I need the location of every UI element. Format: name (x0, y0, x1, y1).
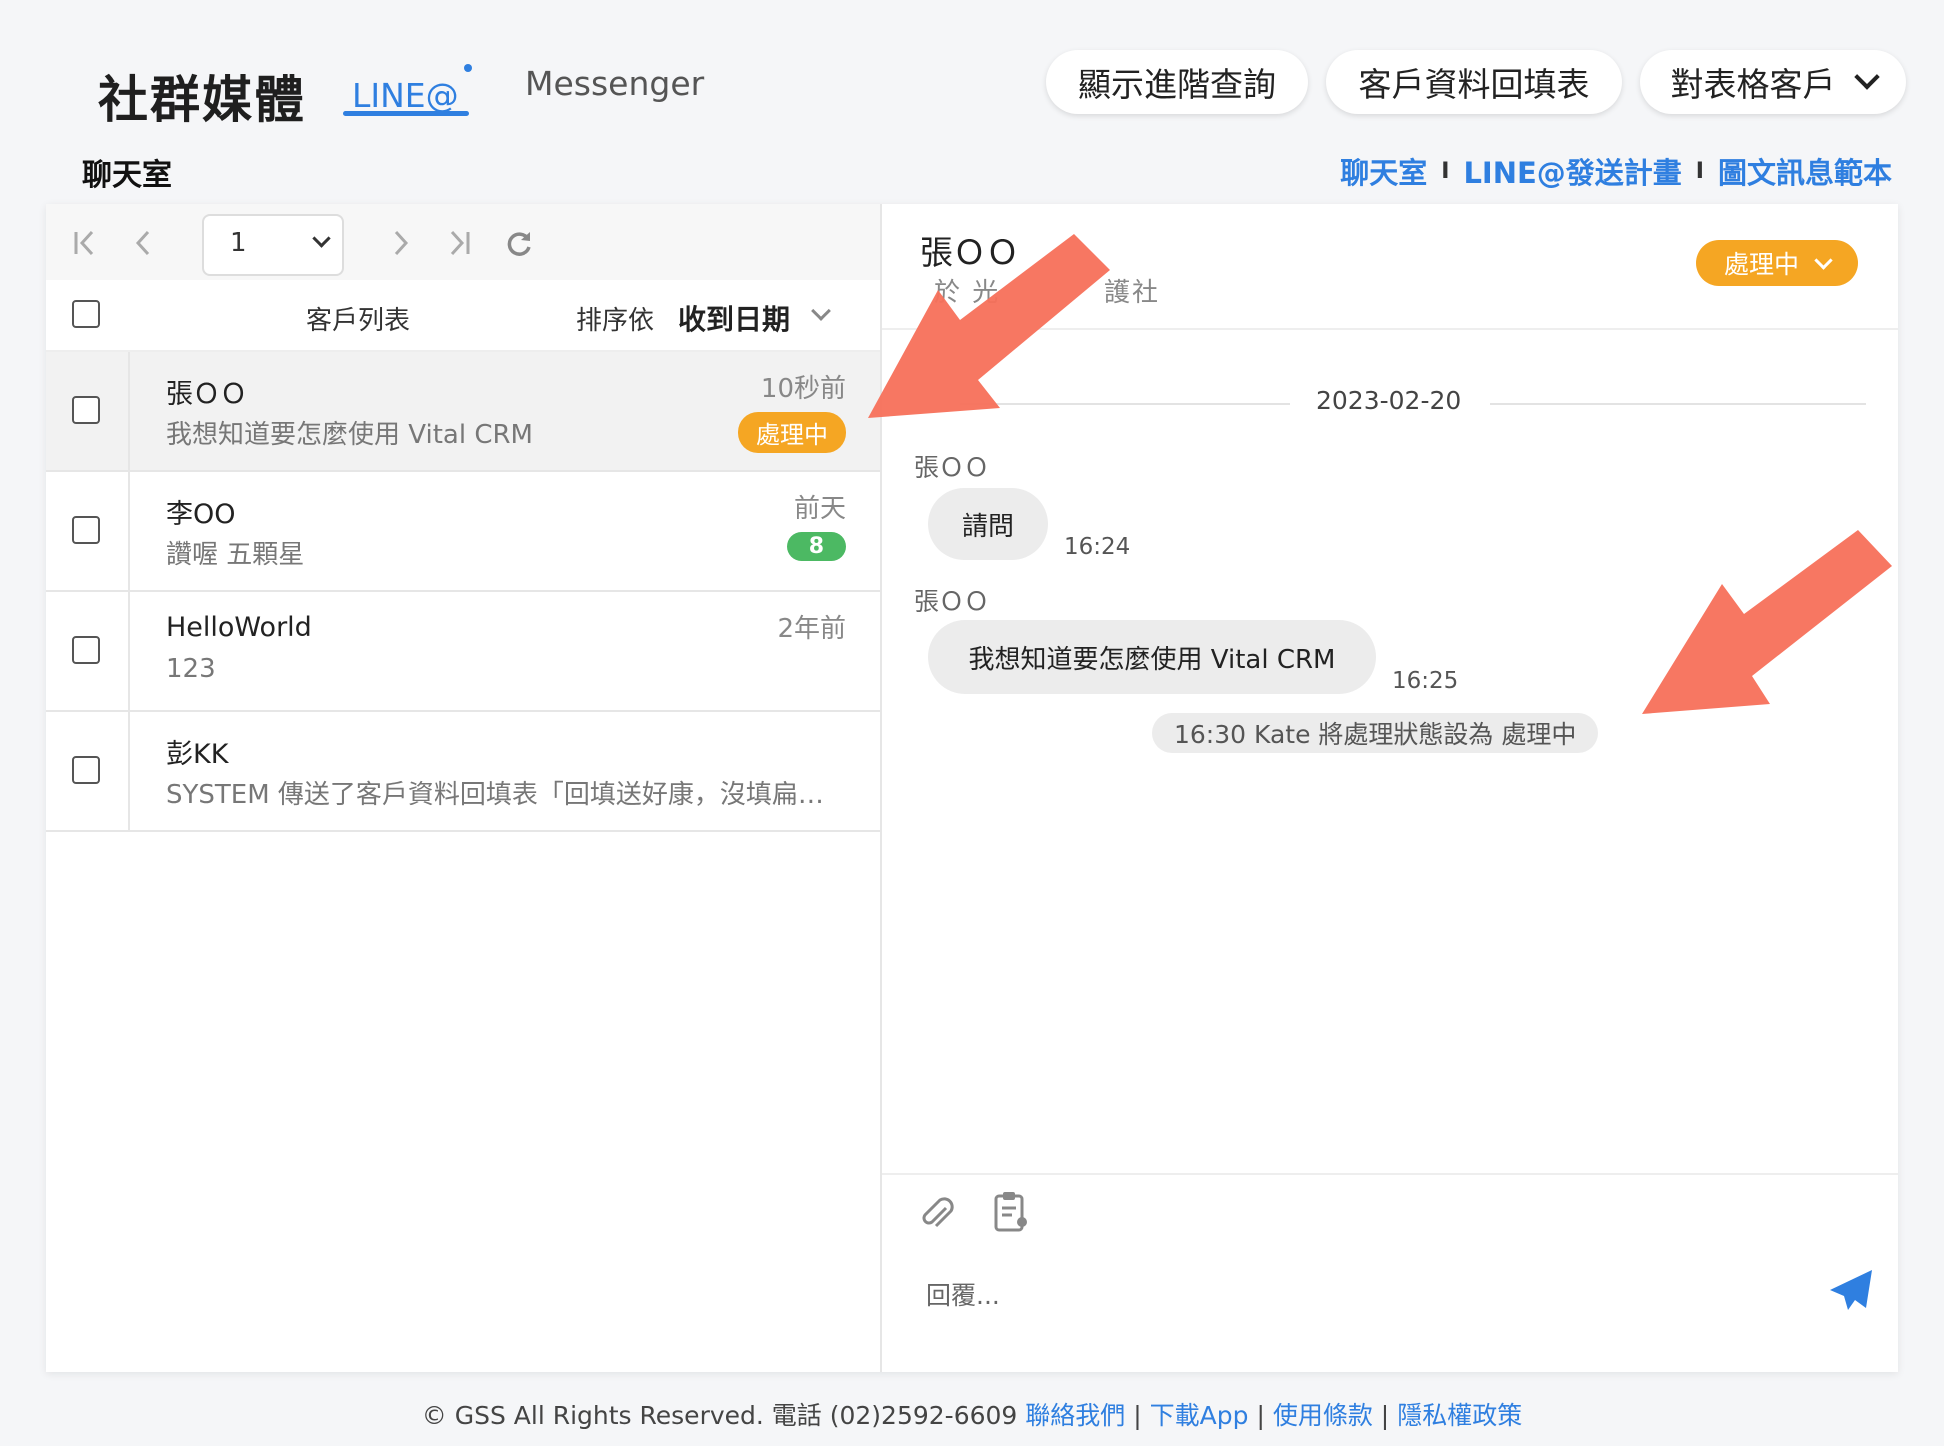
row-checkbox[interactable] (72, 396, 100, 424)
list-item[interactable]: 張ＯＯ 我想知道要怎麼使用 Vital CRM 10秒前 處理中 (46, 352, 880, 472)
reply-input[interactable]: 回覆... (926, 1276, 1000, 1312)
annotation-arrow-icon (1642, 530, 1892, 714)
message-text: 請問 (961, 511, 1014, 542)
footer-copyright: © GSS All Rights Reserved. 電話 (02)2592-6… (421, 1401, 1018, 1430)
advanced-query-button[interactable]: 顯示進階查詢 (1046, 50, 1308, 114)
annotation-arrow-icon (868, 234, 1110, 418)
footer: © GSS All Rights Reserved. 電話 (02)2592-6… (0, 1396, 1944, 1432)
unread-count-badge: 8 (786, 532, 846, 561)
page-brand-title: 社群媒體 (98, 71, 306, 129)
advanced-query-label: 顯示進階查詢 (1078, 65, 1276, 104)
top-links: 聊天室 I LINE@發送計畫 I 圖文訊息範本 (1340, 150, 1892, 192)
customer-form-button[interactable]: 客戶資料回填表 (1326, 50, 1622, 114)
footer-link-privacy[interactable]: 隱私權政策 (1397, 1401, 1522, 1430)
chevron-down-icon (312, 229, 331, 248)
row-name: HelloWorld (166, 612, 312, 643)
row-time: 前天 (793, 494, 846, 524)
link-line-send-plan[interactable]: LINE@發送計畫 (1463, 150, 1681, 192)
clipboard-form-icon[interactable] (992, 1190, 1032, 1234)
target-customer-label: 對表格客戶 (1670, 65, 1836, 104)
last-page-icon[interactable] (446, 228, 472, 258)
status-badge: 處理中 (738, 412, 846, 453)
row-preview: SYSTEM 傳送了客戶資料回填表「回填送好康，沒填扁… (166, 780, 824, 810)
message-text: 我想知道要怎麼使用 Vital CRM (968, 644, 1336, 675)
footer-sep: | (1256, 1401, 1265, 1430)
date-divider-label: 2023-02-20 (1316, 386, 1462, 415)
target-customer-dropdown[interactable]: 對表格客戶 (1640, 50, 1906, 114)
list-item[interactable]: 彭KK SYSTEM 傳送了客戶資料回填表「回填送好康，沒填扁… (46, 712, 880, 832)
send-icon[interactable] (1828, 1268, 1874, 1312)
tab-line-indicator-dot (464, 64, 472, 72)
list-header: 客戶列表 排序依 收到日期 (46, 280, 880, 352)
system-status-note-text: 16:30 Kate 將處理狀態設為 處理中 (1174, 720, 1577, 749)
footer-link-download-app[interactable]: 下載App (1150, 1401, 1249, 1430)
row-preview: 讚喔 五顆星 (166, 540, 305, 570)
footer-link-contact[interactable]: 聯絡我們 (1025, 1401, 1125, 1430)
chevron-down-icon (811, 301, 831, 321)
row-preview: 我想知道要怎麼使用 Vital CRM (166, 420, 533, 450)
next-page-icon[interactable] (390, 228, 412, 258)
link-separator: I (1441, 158, 1450, 184)
sort-prefix-label: 排序依 (576, 306, 655, 336)
paperclip-icon[interactable] (918, 1194, 956, 1234)
list-header-label: 客戶列表 (306, 306, 411, 336)
date-divider-line (1490, 403, 1866, 405)
sort-dropdown[interactable]: 收到日期 (678, 298, 790, 338)
footer-sep: | (1380, 1401, 1390, 1430)
footer-link-terms[interactable]: 使用條款 (1273, 1401, 1373, 1430)
refresh-icon[interactable] (504, 228, 534, 258)
link-separator: I (1695, 158, 1704, 184)
row-checkbox[interactable] (72, 756, 100, 784)
row-time: 2年前 (777, 614, 846, 644)
row-name: 張ＯＯ (166, 379, 247, 410)
tab-line[interactable]: LINE@ (352, 76, 459, 115)
section-title: 聊天室 (82, 158, 172, 193)
tab-messenger[interactable]: Messenger (525, 64, 704, 103)
status-dropdown-label: 處理中 (1723, 250, 1799, 279)
row-name: 彭KK (166, 739, 229, 770)
message-sender: 張ＯＯ (914, 453, 990, 482)
message-time: 16:24 (1064, 534, 1131, 560)
select-all-checkbox[interactable] (72, 300, 100, 328)
message-sender: 張ＯＯ (914, 587, 990, 616)
first-page-icon[interactable] (72, 228, 98, 258)
link-chatroom[interactable]: 聊天室 (1340, 150, 1427, 192)
list-item[interactable]: HelloWorld 123 2年前 (46, 592, 880, 712)
row-preview: 123 (166, 654, 216, 684)
row-time: 10秒前 (760, 374, 846, 404)
link-rich-message-template[interactable]: 圖文訊息範本 (1718, 150, 1892, 192)
status-dropdown[interactable]: 處理中 (1696, 240, 1858, 286)
footer-sep: | (1133, 1401, 1142, 1430)
tab-active-underline (343, 111, 469, 116)
chevron-down-icon (1853, 64, 1880, 90)
list-item[interactable]: 李OO 讚喔 五顆星 前天 8 (46, 472, 880, 592)
chevron-down-icon (1814, 250, 1833, 270)
row-name: 李OO (166, 499, 236, 530)
message-bubble: 請問 (928, 488, 1048, 560)
message-bubble: 我想知道要怎麼使用 Vital CRM (928, 620, 1376, 694)
page-select-value: 1 (230, 228, 247, 258)
prev-page-icon[interactable] (132, 228, 154, 258)
page-select[interactable]: 1 (202, 214, 344, 276)
row-checkbox[interactable] (72, 636, 100, 664)
customer-form-label: 客戶資料回填表 (1358, 65, 1590, 104)
system-status-note: 16:30 Kate 將處理狀態設為 處理中 (1152, 713, 1599, 753)
row-checkbox[interactable] (72, 516, 100, 544)
composer-divider (882, 1173, 1898, 1175)
message-time: 16:25 (1392, 668, 1459, 694)
